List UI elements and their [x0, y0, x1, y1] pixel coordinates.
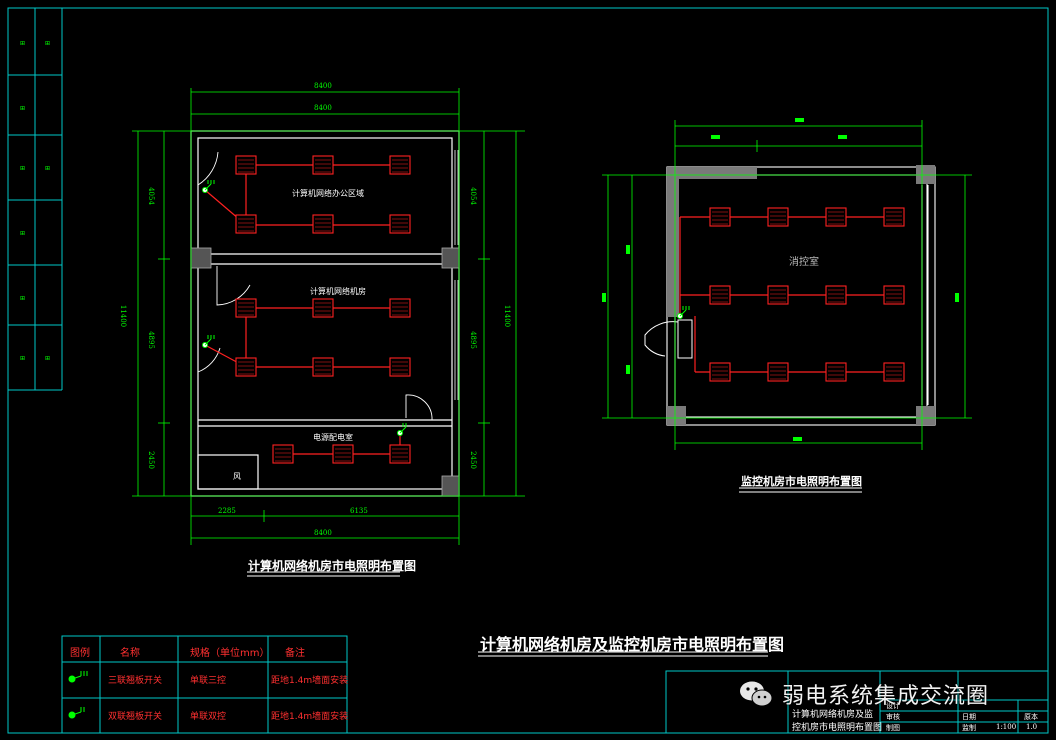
- left-plan-fixtures: [235, 155, 411, 464]
- room-label-power: 电源配电室: [313, 433, 353, 442]
- right-plan: [602, 118, 972, 450]
- legend-row-1-spec: 单联三控: [190, 676, 227, 686]
- dim-top-outer: 8400: [314, 82, 332, 90]
- left-plan: [132, 88, 525, 545]
- light-fixture: [825, 362, 847, 382]
- dim-bottom-total: 8400: [314, 529, 332, 537]
- legend-row-2-spec: 单联双控: [190, 712, 227, 722]
- dim-left-total: 11400: [119, 304, 128, 328]
- legend-header-spec: 规格（单位mm）: [190, 648, 270, 659]
- dim-right-top: 4054: [468, 187, 477, 205]
- dim-left-mid: 4895: [146, 331, 155, 349]
- legend-header-name: 名称: [120, 648, 140, 659]
- light-fixture: [825, 285, 847, 305]
- light-fixture: [825, 207, 847, 227]
- light-fixture: [883, 285, 905, 305]
- dim-bottom-left: 2285: [218, 507, 236, 515]
- light-fixture: [709, 362, 731, 382]
- light-fixture: [709, 285, 731, 305]
- svg-text:⊞: ⊞: [45, 165, 50, 172]
- cad-drawing-canvas: ⊞ ⊞ ⊞ ⊞ ⊞ ⊞ ⊞ ⊞ ⊞: [7, 7, 1049, 734]
- svg-text:⊞: ⊞: [45, 40, 50, 47]
- svg-text:⊞: ⊞: [20, 230, 25, 237]
- wechat-icon: [738, 679, 774, 709]
- right-plan-title: 监控机房市电照明布置图: [741, 475, 862, 488]
- light-fixture: [883, 362, 905, 382]
- light-fixture: [235, 357, 257, 377]
- dim-right-mid: 4895: [468, 331, 477, 349]
- title-block-field-3: 制图: [886, 724, 900, 732]
- dim-bottom-right: 6135: [350, 507, 368, 515]
- light-fixture: [389, 357, 411, 377]
- light-fixture: [883, 207, 905, 227]
- title-block-name-2: 控机房市电照明布置图: [792, 723, 883, 733]
- title-block-version: 1.0: [1026, 723, 1038, 731]
- light-fixture: [235, 298, 257, 318]
- left-plan-windows: [454, 150, 459, 400]
- room-label-closet: 风: [233, 472, 241, 481]
- legend-row-2-name: 双联翘板开关: [108, 712, 163, 722]
- light-fixture: [389, 298, 411, 318]
- switch-icon: [677, 306, 690, 319]
- dim-top-inner: 8400: [314, 104, 332, 112]
- svg-text:⊞: ⊞: [20, 355, 25, 362]
- light-fixture: [312, 214, 334, 234]
- svg-text:⊞: ⊞: [20, 40, 25, 47]
- dim-right-total: 11400: [503, 304, 512, 328]
- svg-text:⊞: ⊞: [20, 295, 25, 302]
- watermark: 弱电系统集成交流圈: [738, 672, 1038, 716]
- watermark-text: 弱电系统集成交流圈: [782, 684, 990, 709]
- room-label-server: 计算机网络机房: [310, 287, 366, 296]
- dim-right-bottom: 2450: [468, 451, 477, 469]
- legend-row-1-name: 三联翘板开关: [108, 676, 163, 686]
- left-plan-wiring: [204, 164, 401, 455]
- light-fixture: [709, 207, 731, 227]
- light-fixture: [389, 155, 411, 175]
- legend-row-2-note: 距地1.4m墙面安装: [271, 712, 349, 722]
- svg-text:⊞: ⊞: [20, 165, 25, 172]
- right-plan-door: [644, 319, 693, 359]
- light-fixture: [767, 285, 789, 305]
- svg-text:⊞: ⊞: [20, 105, 25, 112]
- svg-text:⊞: ⊞: [45, 355, 50, 362]
- light-fixture: [235, 214, 257, 234]
- light-fixture: [272, 444, 294, 464]
- dim-left-top: 4054: [146, 187, 155, 205]
- light-fixture: [389, 214, 411, 234]
- light-fixture: [312, 155, 334, 175]
- room-label-office: 计算机网络办公区域: [292, 189, 364, 198]
- light-fixture: [312, 357, 334, 377]
- sheet-title: 计算机网络机房及监控机房市电照明布置图: [480, 635, 785, 654]
- light-fixture: [235, 155, 257, 175]
- dim-left-bottom: 2450: [146, 451, 155, 469]
- left-plan-doors: [197, 142, 433, 421]
- room-label-control: 消控室: [789, 257, 819, 268]
- title-block-field-5: 监制: [962, 724, 976, 732]
- title-block-scale: 1:100: [996, 723, 1017, 731]
- light-fixture: [389, 444, 411, 464]
- legend-row-1-note: 距地1.4m墙面安装: [271, 676, 349, 686]
- light-fixture: [767, 207, 789, 227]
- legend-header-note: 备注: [285, 648, 305, 659]
- left-plan-title: 计算机网络机房市电照明布置图: [248, 559, 417, 573]
- light-fixture: [767, 362, 789, 382]
- legend-switch-icons: [68, 671, 88, 719]
- light-fixture: [312, 298, 334, 318]
- light-fixture: [332, 444, 354, 464]
- legend-header-icon: 图例: [70, 648, 90, 659]
